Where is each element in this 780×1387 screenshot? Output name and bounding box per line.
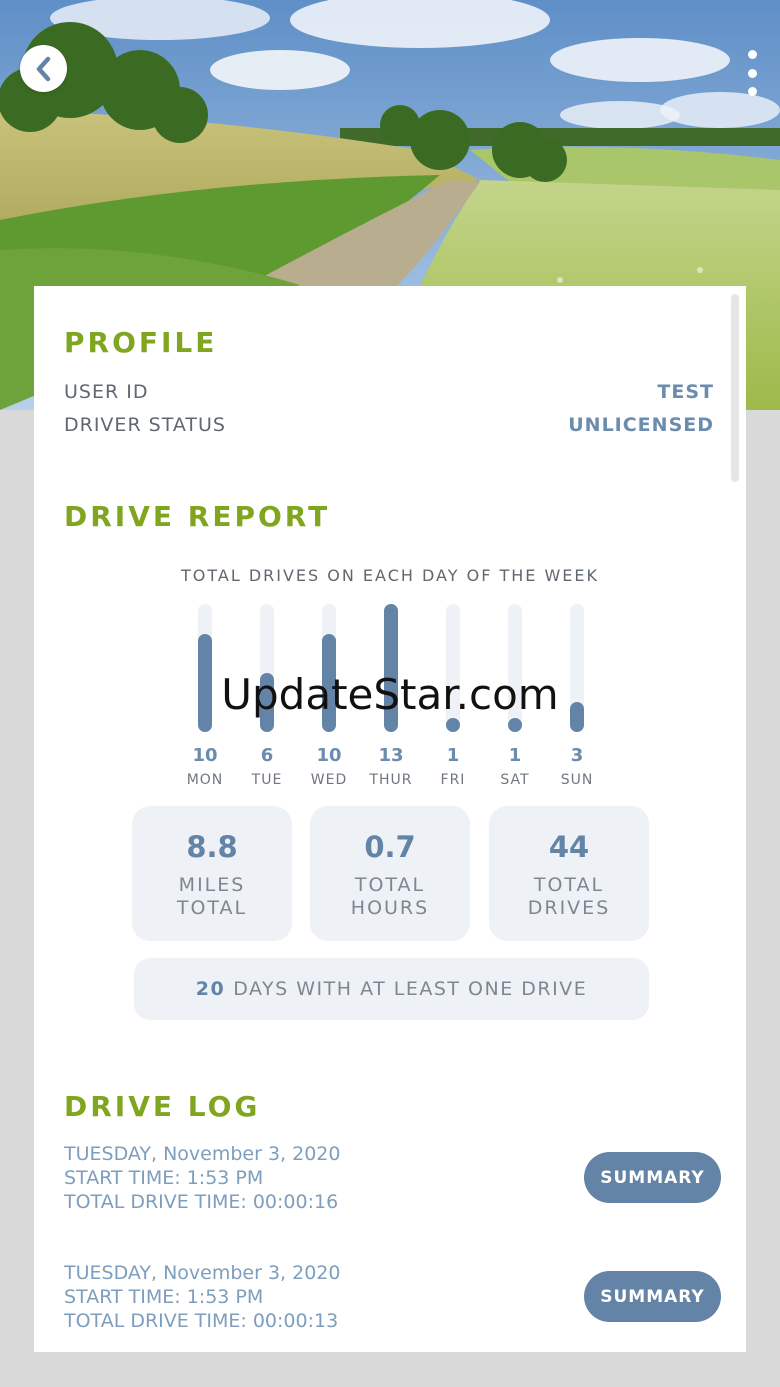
scrollbar[interactable] (731, 294, 739, 482)
days-with-drive-summary: 20 DAYS WITH AT LEAST ONE DRIVE (134, 958, 649, 1020)
bar-value-label: 3 (570, 745, 584, 766)
bar-sat (508, 718, 522, 732)
stat-label-line: HOURS (350, 897, 430, 919)
days-count: 20 (195, 978, 226, 1000)
profile-title: PROFILE (64, 326, 218, 359)
drive-log-entry: TUESDAY, November 3, 2020 START TIME: 1:… (64, 1261, 724, 1341)
drive-report-title: DRIVE REPORT (64, 500, 331, 533)
back-button[interactable] (20, 45, 67, 92)
stat-label-line: TOTAL (533, 874, 605, 896)
stat-drives-value: 44 (548, 830, 590, 864)
bar-day-label: WED (310, 772, 348, 788)
drive-log-entry: TUESDAY, November 3, 2020 START TIME: 1:… (64, 1142, 724, 1222)
summary-button[interactable]: SUMMARY (584, 1271, 721, 1322)
stat-hours-label: TOTAL HOURS (310, 874, 470, 920)
stat-hours-value: 0.7 (364, 830, 416, 864)
stat-miles: 8.8 MILES TOTAL (132, 806, 292, 941)
chart-caption: TOTAL DRIVES ON EACH DAY OF THE WEEK (180, 566, 600, 585)
bar-fri (446, 718, 460, 732)
more-vertical-icon (747, 50, 757, 59)
bar-value-label: 10 (192, 745, 218, 766)
watermark: UpdateStar.com (221, 670, 559, 719)
bar-value-label: 1 (446, 745, 460, 766)
stat-label-line: DRIVES (527, 897, 611, 919)
bar-day-label: FRI (440, 772, 466, 788)
stat-label-line: TOTAL (176, 897, 248, 919)
log-start-time: START TIME: 1:53 PM (64, 1286, 264, 1308)
bar-day-label: MON (186, 772, 224, 788)
stat-label-line: TOTAL (354, 874, 426, 896)
days-text: DAYS WITH AT LEAST ONE DRIVE (233, 978, 588, 1000)
profile-card: PROFILE USER ID TEST DRIVER STATUS UNLIC… (34, 286, 746, 1352)
log-date: TUESDAY, November 3, 2020 (64, 1262, 341, 1284)
bar-day-label: THUR (369, 772, 413, 788)
driver-status-label: DRIVER STATUS (64, 414, 226, 436)
log-duration: TOTAL DRIVE TIME: 00:00:13 (64, 1310, 339, 1332)
bar-value-label: 13 (378, 745, 404, 766)
bar-day-label: TUE (251, 772, 283, 788)
stat-drives: 44 TOTAL DRIVES (489, 806, 649, 941)
more-dot (747, 87, 757, 96)
driver-status-value: UNLICENSED (568, 414, 714, 436)
log-date: TUESDAY, November 3, 2020 (64, 1143, 341, 1165)
user-id-label: USER ID (64, 381, 149, 403)
bar-day-label: SAT (500, 772, 530, 788)
stat-miles-value: 8.8 (186, 830, 238, 864)
more-options-button[interactable] (738, 46, 766, 100)
bar-value-label: 10 (316, 745, 342, 766)
bar-day-label: SUN (560, 772, 594, 788)
chevron-left-icon (36, 56, 50, 81)
user-id-value: TEST (657, 381, 714, 403)
bar-value-label: 6 (260, 745, 274, 766)
log-start-time: START TIME: 1:53 PM (64, 1167, 264, 1189)
stat-miles-label: MILES TOTAL (132, 874, 292, 920)
more-dot (747, 68, 757, 78)
log-duration: TOTAL DRIVE TIME: 00:00:16 (64, 1191, 339, 1213)
bar-value-label: 1 (508, 745, 522, 766)
stat-drives-label: TOTAL DRIVES (489, 874, 649, 920)
summary-button[interactable]: SUMMARY (584, 1152, 721, 1203)
stat-hours: 0.7 TOTAL HOURS (310, 806, 470, 941)
drive-log-title: DRIVE LOG (64, 1090, 261, 1123)
stat-label-line: MILES (178, 874, 246, 896)
